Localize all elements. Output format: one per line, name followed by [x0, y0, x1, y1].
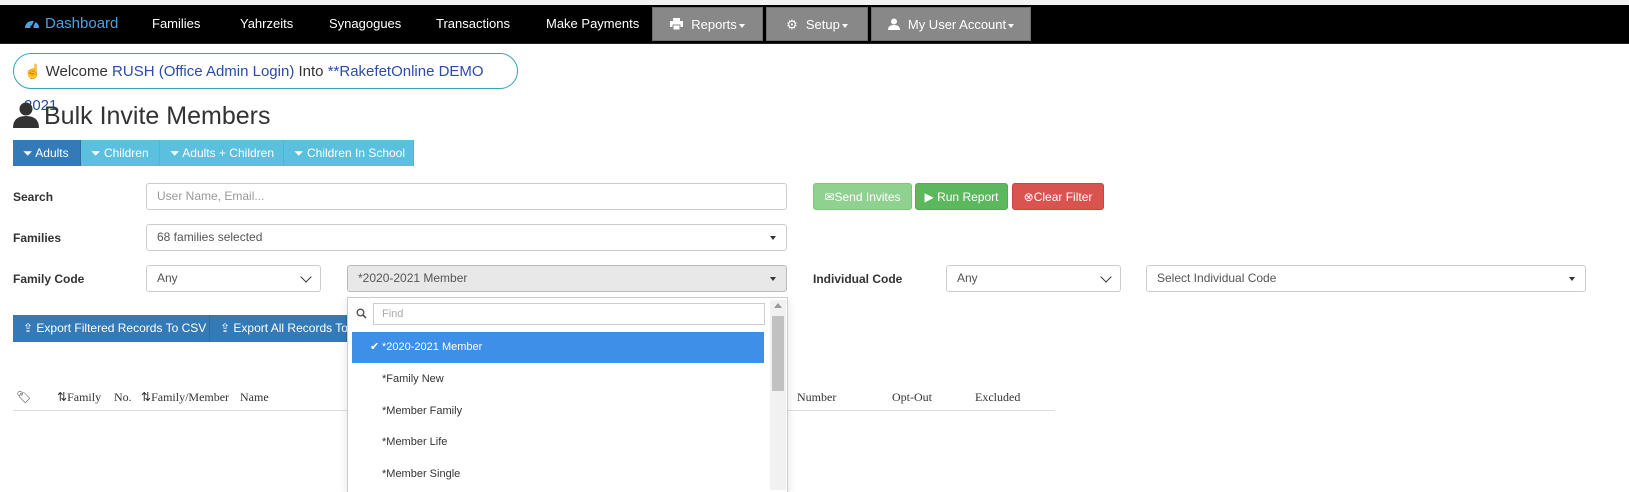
tab-adults[interactable]: ⏷ Adults — [13, 140, 81, 166]
th-label: Family — [67, 390, 102, 404]
filter-icon: ⏷ — [23, 146, 33, 160]
caret-down-icon — [1008, 23, 1015, 28]
nav-make-payments[interactable]: Make Payments — [546, 5, 639, 43]
search-icon — [356, 306, 367, 324]
family-code-dropdown-panel: Find ✔ *2020-2021 Member *Family New *Mem… — [347, 297, 788, 492]
tab-adults-children[interactable]: ⏷ Adults + Children — [160, 140, 284, 166]
clear-filter-button[interactable]: ⊗Clear Filter — [1012, 183, 1104, 210]
export-all-button[interactable]: ⇪ Export All Records To — [210, 315, 348, 342]
circle-x-icon: ⊗ — [1023, 190, 1034, 204]
individual-code-select[interactable]: Select Individual Code — [1146, 265, 1586, 292]
th-excluded[interactable]: Excluded — [975, 390, 1020, 405]
dropdown-option[interactable]: *Member Single — [352, 459, 764, 490]
hand-pointer-icon: ☝ — [24, 63, 42, 79]
individual-code-any-select[interactable]: Any — [946, 265, 1121, 292]
dropdown-option[interactable]: ✔ *2020-2021 Member — [352, 332, 764, 363]
th-family-member[interactable]: ⇅Family/Member — [141, 390, 229, 405]
tab-label: Adults — [35, 146, 69, 160]
th-name[interactable]: Name — [240, 390, 269, 405]
families-select[interactable]: 68 families selected — [146, 224, 787, 251]
clear-filter-label: Clear Filter — [1033, 190, 1093, 204]
th-number[interactable]: Number — [797, 390, 836, 405]
tab-children-in-school[interactable]: ⏷ Children In School — [284, 140, 414, 166]
welcome-into: Into — [298, 63, 324, 80]
nav-reports-label: Reports — [691, 17, 737, 32]
caret-down-icon — [738, 23, 745, 28]
nav-setup-label: Setup — [805, 17, 840, 32]
th-opt-out[interactable]: Opt-Out — [892, 390, 932, 405]
family-code-any-select[interactable]: Any — [146, 265, 321, 292]
nav-setup-dropdown[interactable]: ⚙ Setup — [766, 7, 868, 41]
export-filtered-label: Export Filtered Records To CSV — [36, 321, 207, 335]
search-label: Search — [13, 190, 54, 204]
scroll-up-arrow-icon[interactable] — [774, 303, 782, 308]
top-navbar: Dashboard Families Yahrzeits Synagogues … — [0, 5, 1629, 44]
nav-yahrzeits[interactable]: Yahrzeits — [240, 5, 293, 43]
sort-icon: ⇅ — [57, 390, 68, 404]
th-label: Family/Member — [151, 390, 230, 404]
caret-down-icon — [841, 23, 848, 28]
search-input[interactable]: User Name, Email... — [146, 183, 787, 210]
check-icon: ✔ — [370, 341, 380, 353]
caret-down-icon — [1569, 277, 1575, 281]
dropdown-option[interactable]: *Member Family — [352, 396, 764, 427]
filter-icon: ⏷ — [91, 146, 101, 160]
families-label: Families — [13, 231, 62, 245]
page-title-text: Bulk Invite Members — [44, 102, 271, 130]
gear-icon: ⚙ — [786, 17, 798, 32]
tags-icon[interactable]: 🏷 — [16, 390, 31, 404]
export-icon: ⇪ — [220, 321, 231, 335]
dashboard-icon — [25, 20, 39, 29]
th-family[interactable]: ⇅Family — [57, 390, 101, 405]
dropdown-option-label: *2020-2021 Member — [382, 341, 483, 353]
individual-code-label: Individual Code — [813, 272, 903, 286]
dropdown-option[interactable]: *Family New — [352, 364, 764, 395]
welcome-prefix: Welcome — [45, 63, 108, 80]
user-icon — [887, 18, 900, 31]
chevron-down-icon — [300, 271, 312, 283]
run-report-label: Run Report — [937, 190, 999, 204]
family-code-any-value: Any — [157, 271, 178, 285]
nav-families[interactable]: Families — [152, 5, 200, 43]
nav-reports-dropdown[interactable]: Reports — [652, 7, 763, 41]
dropdown-find-input[interactable]: Find — [373, 303, 765, 325]
welcome-banner: ☝ Welcome RUSH (Office Admin Login) Into… — [13, 53, 518, 114]
export-icon: ⇪ — [23, 321, 34, 335]
user-icon — [13, 102, 39, 128]
family-code-select[interactable]: *2020-2021 Member — [347, 265, 787, 292]
send-invites-button[interactable]: ✉Send Invites — [813, 183, 912, 210]
filter-icon: ⏷ — [294, 146, 304, 160]
nav-account-dropdown[interactable]: My User Account — [871, 7, 1031, 41]
printer-icon — [670, 18, 684, 31]
family-code-select-value: *2020-2021 Member — [358, 271, 468, 285]
tab-label: Children — [103, 146, 149, 160]
nav-brand-label: Dashboard — [45, 15, 119, 32]
send-invites-label: Send Invites — [834, 190, 901, 204]
nav-dashboard[interactable]: Dashboard — [24, 5, 118, 43]
nav-synagogues[interactable]: Synagogues — [329, 5, 401, 43]
run-report-button[interactable]: ▶ Run Report — [915, 183, 1008, 210]
tab-label: Adults + Children — [182, 146, 274, 160]
individual-code-any-value: Any — [957, 271, 978, 285]
individual-code-select-value: Select Individual Code — [1157, 271, 1277, 285]
tab-label: Children In School — [306, 146, 406, 160]
dropdown-option[interactable]: *Member Life — [352, 427, 764, 458]
play-icon: ▶ — [924, 190, 934, 204]
tab-children[interactable]: ⏷ Children — [81, 140, 160, 166]
caret-down-icon — [770, 277, 776, 281]
export-all-label: Export All Records To — [233, 321, 348, 335]
export-filtered-button[interactable]: ⇪ Export Filtered Records To CSV — [13, 315, 210, 342]
dropdown-scroll-thumb[interactable] — [772, 316, 784, 391]
family-code-label: Family Code — [13, 272, 85, 286]
filter-icon: ⏷ — [170, 146, 180, 160]
chevron-down-icon — [1100, 271, 1112, 283]
nav-transactions[interactable]: Transactions — [436, 5, 510, 43]
welcome-user: RUSH (Office Admin Login) — [112, 63, 295, 80]
caret-down-icon — [770, 236, 776, 240]
families-select-value: 68 families selected — [157, 230, 263, 244]
envelope-icon: ✉ — [824, 190, 835, 204]
th-no[interactable]: No. — [114, 390, 132, 405]
sort-icon: ⇅ — [141, 390, 152, 404]
nav-account-label: My User Account — [907, 17, 1007, 32]
